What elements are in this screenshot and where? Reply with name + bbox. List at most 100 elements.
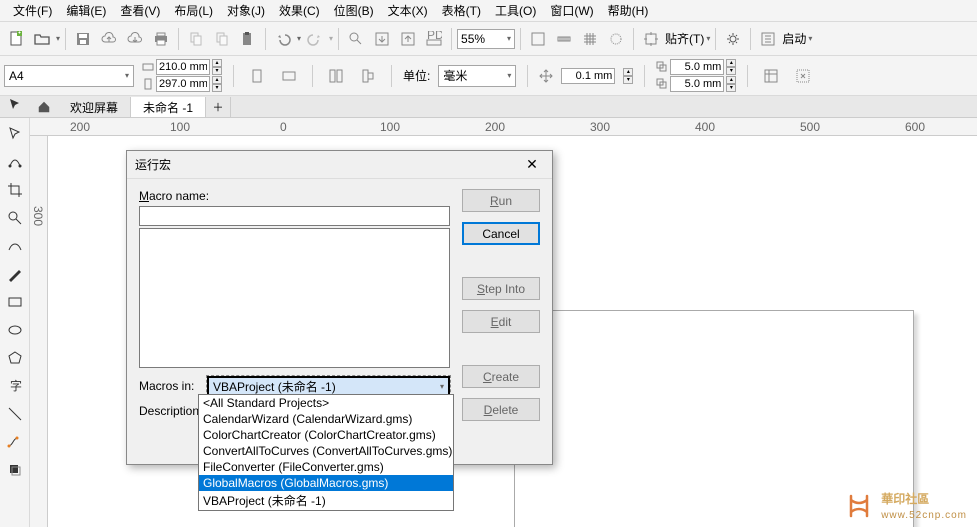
pick-tool-tabstrip[interactable]	[3, 93, 27, 117]
redo-button[interactable]	[303, 27, 327, 51]
run-button[interactable]: Run	[462, 189, 540, 212]
open-dropdown-icon[interactable]: ▾	[56, 34, 60, 43]
grid-button[interactable]	[578, 27, 602, 51]
dup-x-spinner[interactable]: ▴▾	[726, 59, 736, 75]
dimension-tool[interactable]	[3, 402, 27, 426]
width-spinner[interactable]: ▴▾	[212, 59, 222, 75]
dropdown-option[interactable]: FileConverter (FileConverter.gms)	[199, 459, 453, 475]
pick-tool[interactable]	[3, 122, 27, 146]
landscape-button[interactable]	[277, 64, 301, 88]
dup-x-input[interactable]	[670, 59, 724, 75]
dropdown-option[interactable]: <All Standard Projects>	[199, 395, 453, 411]
dup-y-spinner[interactable]: ▴▾	[726, 76, 736, 92]
close-button[interactable]: ✕	[520, 155, 544, 175]
tab-document[interactable]: 未命名 -1	[131, 97, 206, 117]
crop-tool[interactable]	[3, 178, 27, 202]
tab-add-button[interactable]: ＋	[206, 97, 231, 117]
menu-table[interactable]: 表格(T)	[435, 2, 488, 19]
launch-dropdown-icon[interactable]: ▾	[808, 34, 812, 43]
rectangle-tool[interactable]	[3, 290, 27, 314]
menu-bar: 文件(F) 编辑(E) 查看(V) 布局(L) 对象(J) 效果(C) 位图(B…	[0, 0, 977, 22]
guides-button[interactable]	[604, 27, 628, 51]
paste-button[interactable]	[236, 27, 260, 51]
dropdown-option-selected[interactable]: GlobalMacros (GlobalMacros.gms)	[199, 475, 453, 491]
undo-button[interactable]	[271, 27, 295, 51]
height-icon	[142, 78, 154, 90]
macros-in-dropdown[interactable]: <All Standard Projects> CalendarWizard (…	[198, 394, 454, 511]
menu-help[interactable]: 帮助(H)	[601, 2, 656, 19]
menu-bitmap[interactable]: 位图(B)	[327, 2, 381, 19]
import-button[interactable]	[370, 27, 394, 51]
freehand-tool[interactable]	[3, 234, 27, 258]
connector-tool[interactable]	[3, 430, 27, 454]
treat-as-filled-button[interactable]	[759, 64, 783, 88]
pdf-button[interactable]: PDF	[422, 27, 446, 51]
tab-welcome[interactable]: 欢迎屏幕	[58, 97, 131, 117]
units-combo[interactable]: 毫米▾	[438, 65, 516, 87]
new-button[interactable]	[4, 27, 28, 51]
redo-dropdown-icon[interactable]: ▾	[329, 34, 333, 43]
zoom-combo[interactable]: 55%▾	[457, 29, 515, 49]
menu-edit[interactable]: 编辑(E)	[59, 2, 113, 19]
delete-button[interactable]: Delete	[462, 398, 540, 421]
cut-button[interactable]	[210, 27, 234, 51]
dup-y-input[interactable]	[670, 76, 724, 92]
page-width-input[interactable]	[156, 59, 210, 75]
nudge-input[interactable]	[561, 68, 615, 84]
menu-object[interactable]: 对象(J)	[220, 2, 272, 19]
page-size-combo[interactable]: A4▾	[4, 65, 134, 87]
save-button[interactable]	[71, 27, 95, 51]
ellipse-tool[interactable]	[3, 318, 27, 342]
text-tool[interactable]: 字	[3, 374, 27, 398]
current-page-button[interactable]	[356, 64, 380, 88]
step-into-button[interactable]: Step Into	[462, 277, 540, 300]
height-spinner[interactable]: ▴▾	[212, 76, 222, 92]
menu-file[interactable]: 文件(F)	[6, 2, 59, 19]
rulers-button[interactable]	[552, 27, 576, 51]
all-pages-button[interactable]	[324, 64, 348, 88]
fullscreen-button[interactable]	[526, 27, 550, 51]
cloud-download-button[interactable]	[123, 27, 147, 51]
cancel-button[interactable]: Cancel	[462, 222, 540, 245]
dropdown-option[interactable]: CalendarWizard (CalendarWizard.gms)	[199, 411, 453, 427]
edit-button[interactable]: Edit	[462, 310, 540, 333]
polygon-tool[interactable]	[3, 346, 27, 370]
options-button[interactable]	[721, 27, 745, 51]
print-button[interactable]	[149, 27, 173, 51]
bounding-box-button[interactable]	[791, 64, 815, 88]
menu-tools[interactable]: 工具(O)	[488, 2, 543, 19]
export-button[interactable]	[396, 27, 420, 51]
macros-in-label: Macros in:	[139, 379, 201, 393]
menu-effects[interactable]: 效果(C)	[272, 2, 327, 19]
copy-button[interactable]	[184, 27, 208, 51]
dropdown-option[interactable]: VBAProject (未命名 -1)	[199, 491, 453, 510]
portrait-button[interactable]	[245, 64, 269, 88]
launch-button[interactable]	[756, 27, 780, 51]
snap-label[interactable]: 贴齐(T)	[665, 30, 704, 47]
cloud-upload-button[interactable]	[97, 27, 121, 51]
artistic-media-tool[interactable]	[3, 262, 27, 286]
dialog-titlebar[interactable]: 运行宏 ✕	[127, 151, 552, 179]
launch-label[interactable]: 启动	[782, 30, 806, 47]
dropdown-option[interactable]: ConvertAllToCurves (ConvertAllToCurves.g…	[199, 443, 453, 459]
undo-dropdown-icon[interactable]: ▾	[297, 34, 301, 43]
macros-in-combo[interactable]: VBAProject (未命名 -1)▾	[207, 376, 450, 396]
menu-view[interactable]: 查看(V)	[113, 2, 167, 19]
home-button[interactable]	[34, 97, 54, 117]
snap-toggle-button[interactable]	[639, 27, 663, 51]
macro-name-input[interactable]	[139, 206, 450, 226]
menu-layout[interactable]: 布局(L)	[167, 2, 220, 19]
dropdown-option[interactable]: ColorChartCreator (ColorChartCreator.gms…	[199, 427, 453, 443]
nudge-spinner[interactable]: ▴▾	[623, 68, 633, 84]
zoom-tool[interactable]	[3, 206, 27, 230]
open-button[interactable]	[30, 27, 54, 51]
menu-window[interactable]: 窗口(W)	[543, 2, 600, 19]
shape-tool[interactable]	[3, 150, 27, 174]
create-button[interactable]: Create	[462, 365, 540, 388]
search-button[interactable]	[344, 27, 368, 51]
drop-shadow-tool[interactable]	[3, 458, 27, 482]
snap-dropdown-icon[interactable]: ▾	[706, 34, 710, 43]
menu-text[interactable]: 文本(X)	[381, 2, 435, 19]
macro-list[interactable]	[139, 228, 450, 368]
page-height-input[interactable]	[156, 76, 210, 92]
